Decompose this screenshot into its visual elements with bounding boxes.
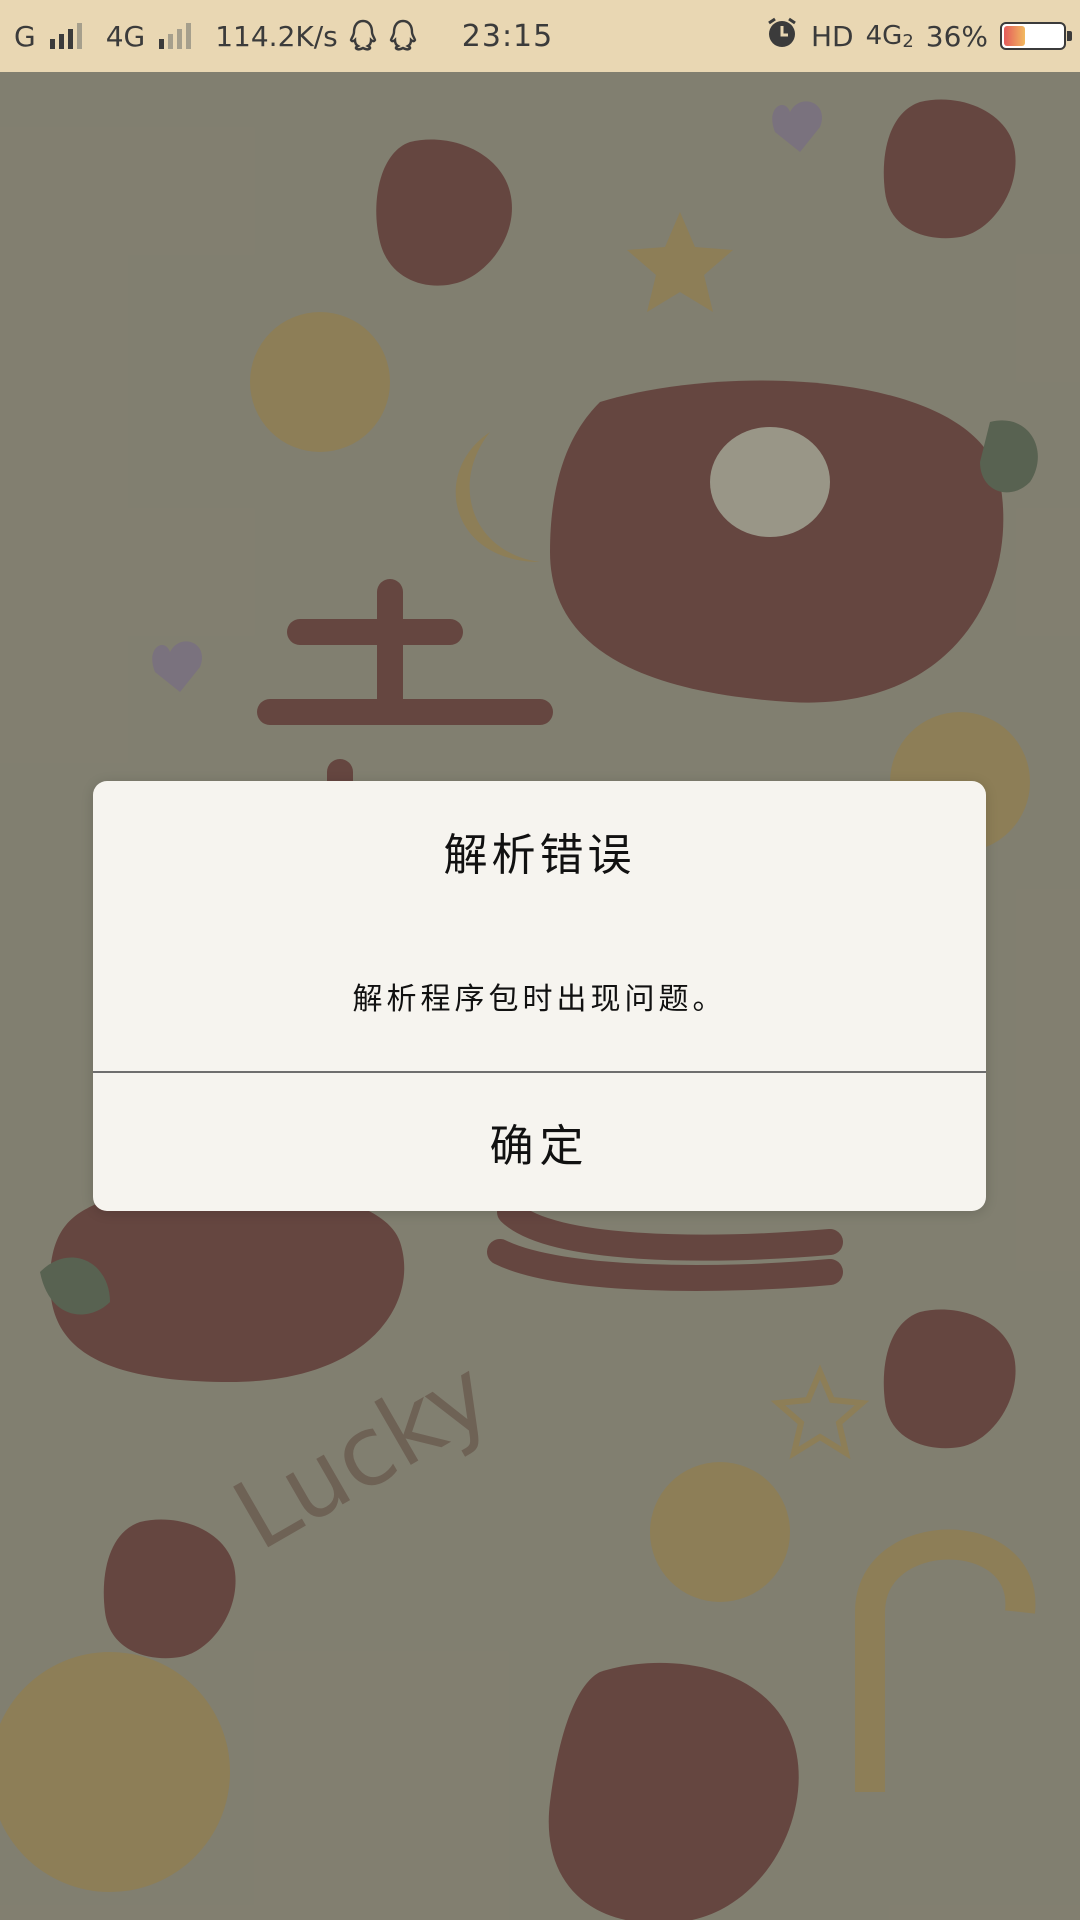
signal-icon bbox=[159, 23, 192, 49]
signal-icon bbox=[49, 23, 82, 49]
carrier1-label: G bbox=[14, 19, 36, 53]
dialog-title: 解析错误 bbox=[443, 830, 636, 881]
qq-icon bbox=[388, 18, 418, 54]
dialog-message: 解析程序包时出现问题。 bbox=[352, 982, 727, 1017]
parse-error-dialog: 解析错误 解析程序包时出现问题。 确定 bbox=[93, 781, 986, 1211]
status-right: HD 4G 2 36% bbox=[765, 16, 1072, 57]
clock: 23:15 bbox=[461, 18, 554, 54]
alarm-icon bbox=[765, 16, 799, 57]
qq-icon bbox=[348, 18, 378, 54]
network-type-label: 4G bbox=[865, 20, 903, 51]
battery-percent: 36% bbox=[925, 19, 988, 53]
battery-fill bbox=[1004, 26, 1025, 46]
ok-button[interactable]: 确定 bbox=[93, 1073, 986, 1211]
battery-icon bbox=[1000, 22, 1072, 50]
sim-index: 2 bbox=[902, 30, 914, 52]
status-left: G 4G 114.2K/s 23:15 bbox=[14, 18, 553, 54]
carrier2-label: 4G bbox=[105, 19, 146, 53]
network-speed: 114.2K/s bbox=[215, 19, 338, 53]
status-bar: G 4G 114.2K/s 23:15 HD 4G 2 36% bbox=[0, 0, 1080, 72]
network-type: 4G 2 bbox=[866, 21, 914, 52]
hd-label: HD bbox=[810, 19, 854, 53]
